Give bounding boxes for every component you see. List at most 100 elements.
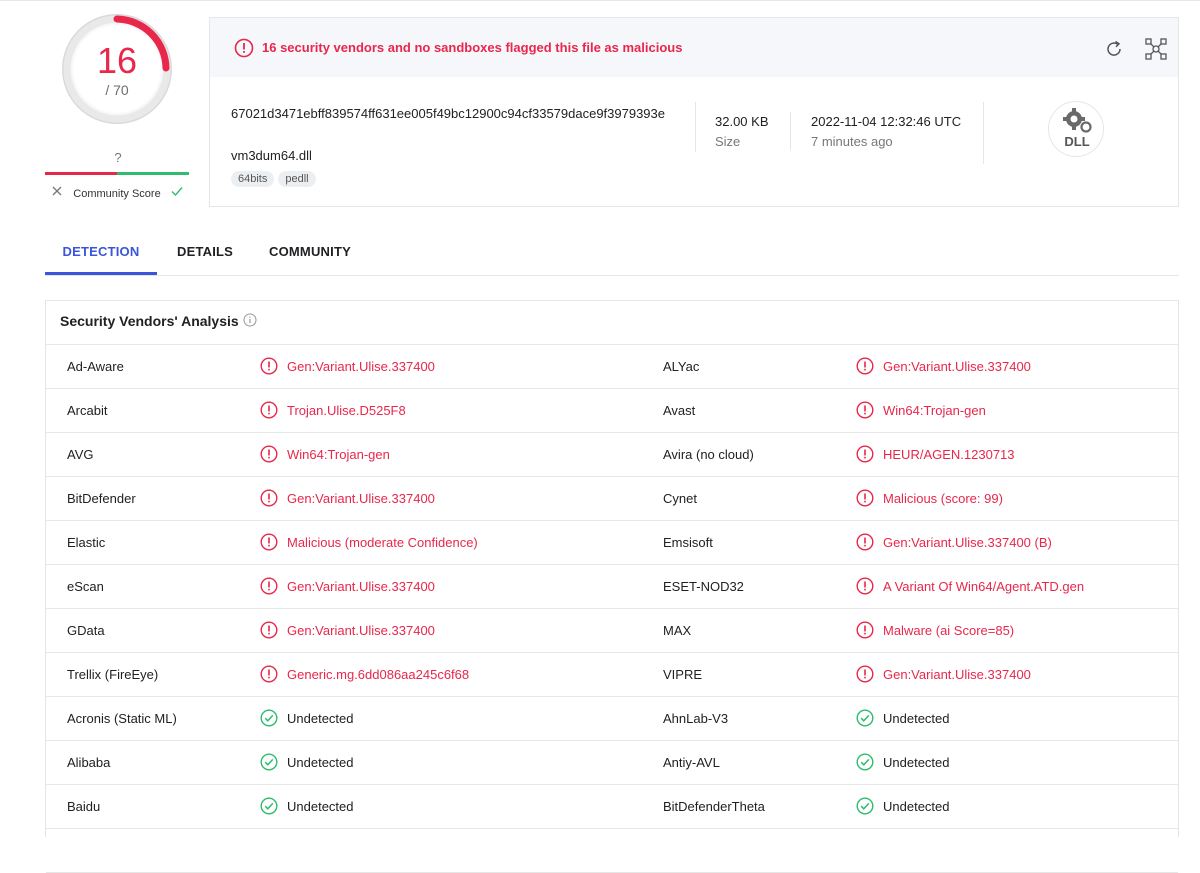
reanalyze-icon[interactable] [1103,38,1125,60]
vendor-name: ESET-NOD32 [663,579,744,594]
detection-result[interactable]: Win64:Trojan-gen [883,403,986,418]
alert-circle-icon [260,577,278,595]
detection-result[interactable]: Gen:Variant.Ulise.337400 [287,359,435,374]
file-tags: 64bits pedll [231,169,320,187]
alert-message: 16 security vendors and no sandboxes fla… [262,40,683,55]
alert-circle-icon [856,357,874,375]
security-vendors-panel: Security Vendors' Analysis Ad-Aware Gen:V… [45,300,1179,873]
vendor-name: ALYac [663,359,700,374]
file-name: vm3dum64.dll [231,148,312,163]
vote-harmless-icon[interactable] [169,183,185,199]
alert-circle-icon [260,665,278,683]
tabs-divider [45,275,1179,276]
file-size: 32.00 KB [715,114,769,129]
table-row: Ad-Aware Gen:Variant.Ulise.337400 ALYac Gen… [46,345,1178,389]
vendor-name: Arcabit [67,403,108,418]
table-row: eScan Gen:Variant.Ulise.337400 ESET-NOD32 A… [46,565,1178,609]
vendor-name: GData [67,623,105,638]
file-hash[interactable]: 67021d3471ebff839574ff631ee005f49bc12900… [231,104,681,124]
detection-result: Undetected [287,711,354,726]
detection-result[interactable]: Gen:Variant.Ulise.337400 [287,491,435,506]
alert-circle-icon [260,533,278,551]
tab-detection[interactable]: DETECTION [45,244,157,259]
vendor-results-table: Ad-Aware Gen:Variant.Ulise.337400 ALYac Gen… [46,345,1178,873]
vote-malicious-icon[interactable] [49,183,65,199]
detection-result[interactable]: A Variant Of Win64/Agent.ATD.gen [883,579,1084,594]
vendor-name: AVG [67,447,94,462]
alert-circle-icon [260,401,278,419]
alert-circle-icon [856,401,874,419]
check-circle-icon [856,753,874,771]
alert-circle-icon [260,621,278,639]
detection-result[interactable]: Malicious (score: 99) [883,491,1003,506]
vendor-name: Avira (no cloud) [663,447,754,462]
vendor-name: Elastic [67,535,106,550]
detection-result[interactable]: Malware (ai Score=85) [883,623,1014,638]
tab-community[interactable]: COMMUNITY [269,244,351,259]
detection-result[interactable]: Gen:Variant.Ulise.337400 [287,623,435,638]
alert-circle-icon [234,38,254,58]
alert-circle-icon [856,445,874,463]
detection-result[interactable]: Gen:Variant.Ulise.337400 [883,667,1031,682]
detection-result[interactable]: Malicious (moderate Confidence) [287,535,478,550]
check-circle-icon [856,797,874,815]
table-row [46,829,1178,873]
vendor-name: BitDefenderTheta [663,799,765,814]
detection-result: Undetected [287,799,354,814]
detection-result[interactable]: Trojan.Ulise.D525F8 [287,403,406,418]
detection-result: Undetected [883,799,950,814]
detection-result: Undetected [287,755,354,770]
detection-result[interactable]: Gen:Variant.Ulise.337400 (B) [883,535,1052,550]
table-row: GData Gen:Variant.Ulise.337400 MAX Malware … [46,609,1178,653]
detection-result[interactable]: Gen:Variant.Ulise.337400 [287,579,435,594]
check-circle-icon [260,797,278,815]
alert-circle-icon [260,445,278,463]
table-row: Baidu Undetected BitDefenderTheta Undetecte… [46,785,1178,829]
tag-pedll[interactable]: pedll [278,171,316,187]
panel-title: Security Vendors' Analysis [60,313,239,329]
vendor-name: Trellix (FireEye) [67,667,159,682]
detection-result[interactable]: Generic.mg.6dd086aa245c6f68 [287,667,469,682]
detection-score-gauge: 16 / 70 [58,10,176,128]
info-icon[interactable] [243,313,257,327]
vendor-name: MAX [663,623,692,638]
table-row: Arcabit Trojan.Ulise.D525F8 Avast Win64:Tro… [46,389,1178,433]
detection-result[interactable]: Win64:Trojan-gen [287,447,390,462]
alert-circle-icon [856,665,874,683]
alert-circle-icon [856,489,874,507]
top-divider [0,0,1200,1]
relations-graph-icon[interactable] [1144,37,1168,61]
community-score-bar [45,172,189,175]
table-row: Elastic Malicious (moderate Confidence) Em… [46,521,1178,565]
analysis-relative-time: 7 minutes ago [811,134,893,149]
check-circle-icon [260,753,278,771]
vendor-name: Baidu [67,799,101,814]
detection-result: Undetected [883,711,950,726]
table-row: Acronis (Static ML) Undetected AhnLab-V3 Un… [46,697,1178,741]
analysis-date: 2022-11-04 12:32:46 UTC [811,114,962,129]
detection-result[interactable]: Gen:Variant.Ulise.337400 [883,359,1031,374]
file-type-label: DLL [1064,134,1090,149]
alert-circle-icon [856,577,874,595]
divider [790,112,791,150]
detection-alert-banner: 16 security vendors and no sandboxes fla… [210,18,1178,77]
table-row: BitDefender Gen:Variant.Ulise.337400 Cynet… [46,477,1178,521]
file-summary-card: 16 security vendors and no sandboxes fla… [209,17,1179,207]
divider [695,102,696,152]
engine-total: / 70 [105,82,129,98]
detection-count: 16 [96,40,138,81]
alert-circle-icon [260,489,278,507]
tab-details[interactable]: DETAILS [177,244,233,259]
table-row: AVG Win64:Trojan-gen Avira (no cloud) HEUR/… [46,433,1178,477]
vendor-name: Alibaba [67,755,111,770]
tag-64bits[interactable]: 64bits [231,171,275,187]
table-row: Trellix (FireEye) Generic.mg.6dd086aa245c… [46,653,1178,697]
vendor-name: Avast [663,403,696,418]
community-score-value: ? [114,150,122,165]
gears-icon [1063,108,1092,133]
check-circle-icon [856,709,874,727]
divider [983,102,984,164]
detection-result[interactable]: HEUR/AGEN.1230713 [883,447,1015,462]
file-size-label: Size [715,134,741,149]
vendor-name: Ad-Aware [67,359,124,374]
